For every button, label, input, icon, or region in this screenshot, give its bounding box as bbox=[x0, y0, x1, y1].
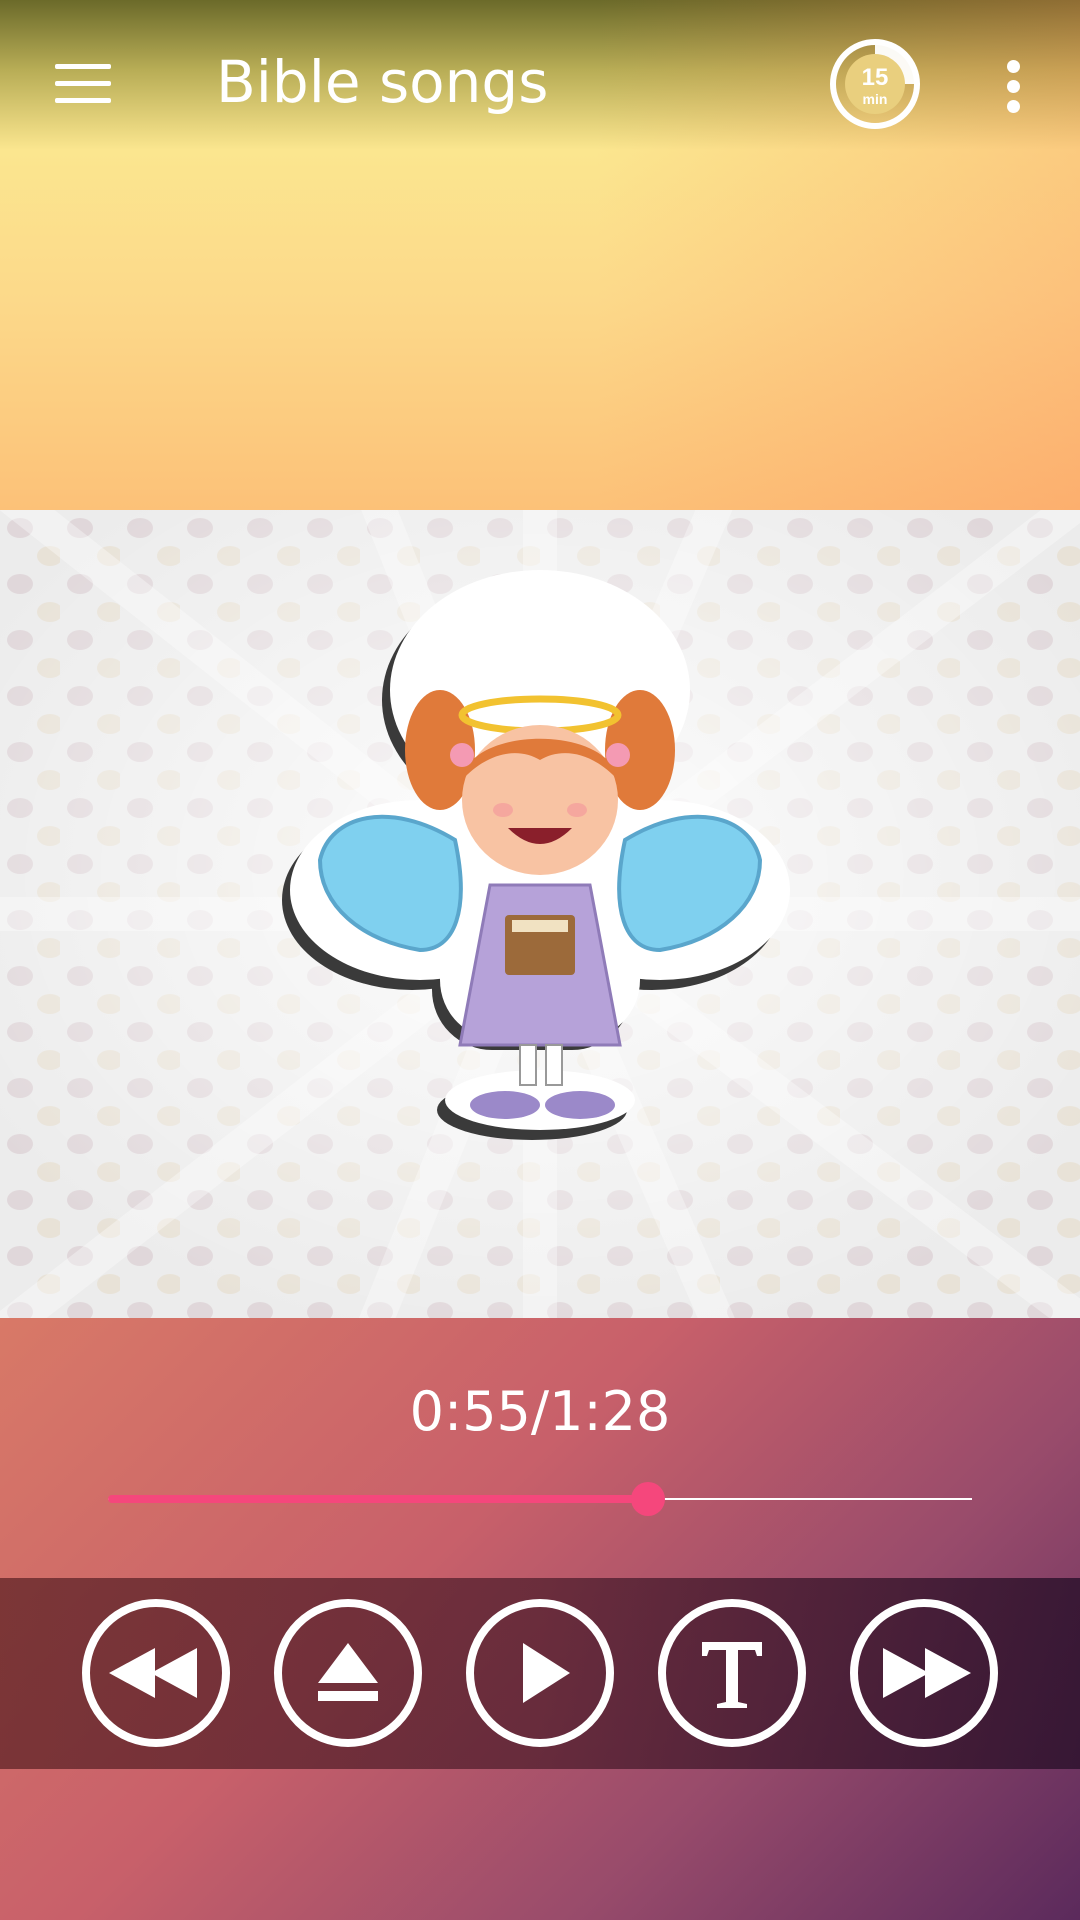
timer-value: 15 bbox=[862, 64, 889, 91]
eject-icon[interactable] bbox=[273, 1598, 423, 1748]
fast-forward-icon[interactable] bbox=[849, 1598, 999, 1748]
seek-progress bbox=[108, 1495, 648, 1503]
lyrics-text-icon[interactable] bbox=[657, 1598, 807, 1748]
timer-unit: min bbox=[863, 91, 888, 107]
seek-bar[interactable] bbox=[108, 1480, 972, 1520]
rewind-icon[interactable] bbox=[81, 1598, 231, 1748]
play-icon[interactable] bbox=[465, 1598, 615, 1748]
menu-icon[interactable] bbox=[50, 60, 120, 110]
playback-time: 0:55/1:28 bbox=[409, 1380, 671, 1443]
more-vert-icon[interactable] bbox=[1000, 56, 1030, 116]
app-bar: Bible songs 15 min bbox=[0, 0, 1080, 170]
sleep-timer-icon[interactable]: 15 min bbox=[827, 36, 923, 132]
page-title: Bible songs bbox=[216, 48, 549, 116]
seek-thumb[interactable] bbox=[631, 1482, 665, 1516]
album-artwork bbox=[0, 510, 1080, 1318]
playback-controls bbox=[0, 1578, 1080, 1769]
